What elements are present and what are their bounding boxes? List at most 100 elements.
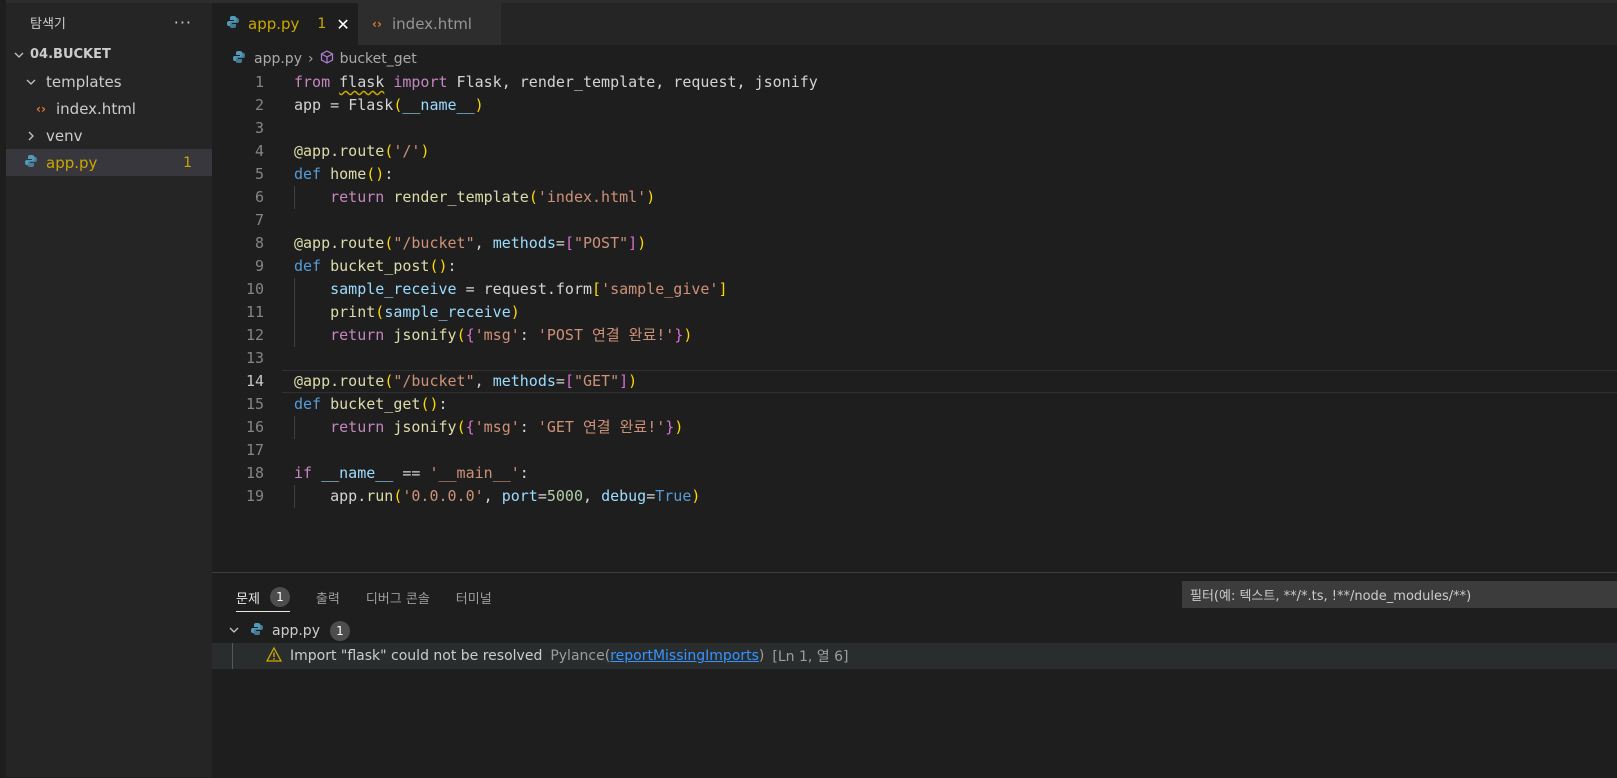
code-token: ==: [393, 464, 430, 482]
code-token: def: [294, 257, 322, 275]
code-token: (: [456, 326, 466, 344]
code-text: def bucket_post():: [294, 255, 457, 278]
code-line[interactable]: 5 def home():: [212, 163, 1617, 186]
code-line[interactable]: 13: [212, 347, 1617, 370]
line-number: 11: [245, 303, 264, 321]
line-number: 9: [254, 257, 264, 275]
code-line[interactable]: 1 from flask import Flask, render_templat…: [212, 71, 1617, 94]
tree-item-venv[interactable]: venv: [6, 122, 212, 149]
code-token: [: [564, 234, 574, 252]
code-token: }: [665, 418, 675, 436]
explorer-header: 탐색기 ···: [6, 3, 212, 41]
code-token: Flask, render_template, request, jsonify: [447, 73, 818, 91]
code-line[interactable]: 18 if __name__ == '__main__':: [212, 462, 1617, 485]
code-line[interactable]: 11 print(sample_receive): [212, 301, 1617, 324]
workspace-folder[interactable]: 04.BUCKET: [6, 41, 212, 68]
problem-position: [Ln 1, 열 6]: [772, 649, 849, 665]
problem-item[interactable]: Import "flask" could not be resolved Pyl…: [212, 643, 1617, 669]
code-line[interactable]: 15 def bucket_get():: [212, 393, 1617, 416]
breadcrumb-separator: ›: [307, 51, 314, 67]
code-line[interactable]: 19 app.run('0.0.0.0', port=5000, debug=T…: [212, 485, 1617, 508]
chevron-down-icon: [228, 624, 240, 639]
tab-output[interactable]: 출력: [316, 584, 340, 612]
code-line[interactable]: 7: [212, 209, 1617, 232]
code-line[interactable]: 9 def bucket_post():: [212, 255, 1617, 278]
breadcrumb-symbol[interactable]: bucket_get: [340, 51, 417, 67]
code-token: ): [646, 188, 656, 206]
tree-item-index-html[interactable]: ‹› index.html: [6, 95, 212, 122]
code-line[interactable]: 12 return jsonify({'msg': 'POST 연결 완료!'}…: [212, 324, 1617, 347]
code-token: 'msg': [474, 326, 520, 344]
code-editor[interactable]: 1 from flask import Flask, render_templat…: [212, 71, 1617, 571]
line-number: 15: [245, 395, 264, 413]
code-line[interactable]: 10 sample_receive = request.form['sample…: [212, 278, 1617, 301]
code-token: import: [393, 73, 448, 91]
code-token: flask: [339, 73, 385, 91]
code-token: [: [592, 280, 602, 298]
code-token: 'GET 연결 완료!': [537, 418, 666, 436]
code-token: '__main__': [429, 464, 520, 482]
code-line[interactable]: 16 return jsonify({'msg': 'GET 연결 완료!'}): [212, 416, 1617, 439]
chevron-right-icon: [24, 130, 38, 142]
code-token: app.: [294, 487, 367, 505]
symbol-method-icon: [320, 50, 334, 68]
tree-item-app-py[interactable]: app.py 1: [6, 149, 212, 176]
chevron-down-icon: [12, 49, 26, 61]
code-token: if: [294, 464, 313, 482]
breadcrumb-file[interactable]: app.py: [254, 51, 302, 67]
code-line[interactable]: 3: [212, 117, 1617, 140]
code-token: 'msg': [474, 418, 520, 436]
code-line[interactable]: 14 @app.route("/bucket", methods=["GET"]): [212, 370, 1617, 393]
code-line[interactable]: 4 @app.route('/'): [212, 140, 1617, 163]
code-token: home: [330, 165, 367, 183]
code-text: @app.route("/bucket", methods=["POST"]): [294, 232, 646, 255]
code-token: :: [519, 418, 538, 436]
problem-code-link[interactable]: reportMissingImports: [610, 648, 759, 664]
code-token: :: [438, 395, 448, 413]
code-token: sample_receive: [330, 280, 457, 298]
code-token: print: [330, 303, 376, 321]
tab-app-py[interactable]: app.py 1 ✕: [212, 3, 358, 45]
line-number: 1: [254, 73, 264, 91]
code-line[interactable]: 8 @app.route("/bucket", methods=["POST"]): [212, 232, 1617, 255]
line-number: 18: [245, 464, 264, 482]
tree-item-templates[interactable]: templates: [6, 68, 212, 95]
code-token: = request.form: [456, 280, 593, 298]
code-token: ]: [619, 372, 629, 390]
code-line[interactable]: 2 app = Flask(__name__): [212, 94, 1617, 117]
problem-source: Pylance: [550, 648, 605, 664]
problem-file-row[interactable]: app.py 1: [212, 618, 1617, 644]
tab-problems[interactable]: 문제 1: [236, 583, 290, 612]
filter-placeholder: 필터(예: 텍스트, **/*.ts, !**/node_modules/**): [1190, 589, 1472, 604]
code-token: [: [564, 372, 574, 390]
code-token: :: [519, 464, 529, 482]
code-token: __name__: [402, 96, 475, 114]
code-token: app =: [294, 96, 349, 114]
more-actions-icon[interactable]: ···: [174, 13, 192, 32]
tab-index-html[interactable]: ‹› index.html: [358, 3, 502, 45]
code-token: return: [330, 418, 385, 436]
tab-terminal[interactable]: 터미널: [456, 584, 492, 612]
code-line[interactable]: 6 return render_template('index.html'): [212, 186, 1617, 209]
problems-filter-input[interactable]: 필터(예: 텍스트, **/*.ts, !**/node_modules/**): [1182, 581, 1617, 608]
code-close-paren: ): [758, 648, 765, 664]
code-token: jsonify: [393, 326, 457, 344]
code-text: if __name__ == '__main__':: [294, 462, 529, 485]
code-token: @app.route: [294, 142, 385, 160]
breadcrumb: app.py › bucket_get: [232, 47, 417, 71]
code-token: =: [555, 372, 565, 390]
close-icon[interactable]: ✕: [336, 15, 349, 34]
tree-item-label: app.py: [46, 153, 98, 172]
bottom-panel: 문제 1 출력 디버그 콘솔 터미널 필터(예: 텍스트, **/*.ts, !…: [212, 572, 1617, 778]
line-number: 19: [245, 487, 264, 505]
code-token: "GET": [573, 372, 620, 390]
tab-debug-console[interactable]: 디버그 콘솔: [366, 584, 430, 612]
code-line[interactable]: 17: [212, 439, 1617, 462]
problem-count-badge: 1: [183, 154, 192, 171]
